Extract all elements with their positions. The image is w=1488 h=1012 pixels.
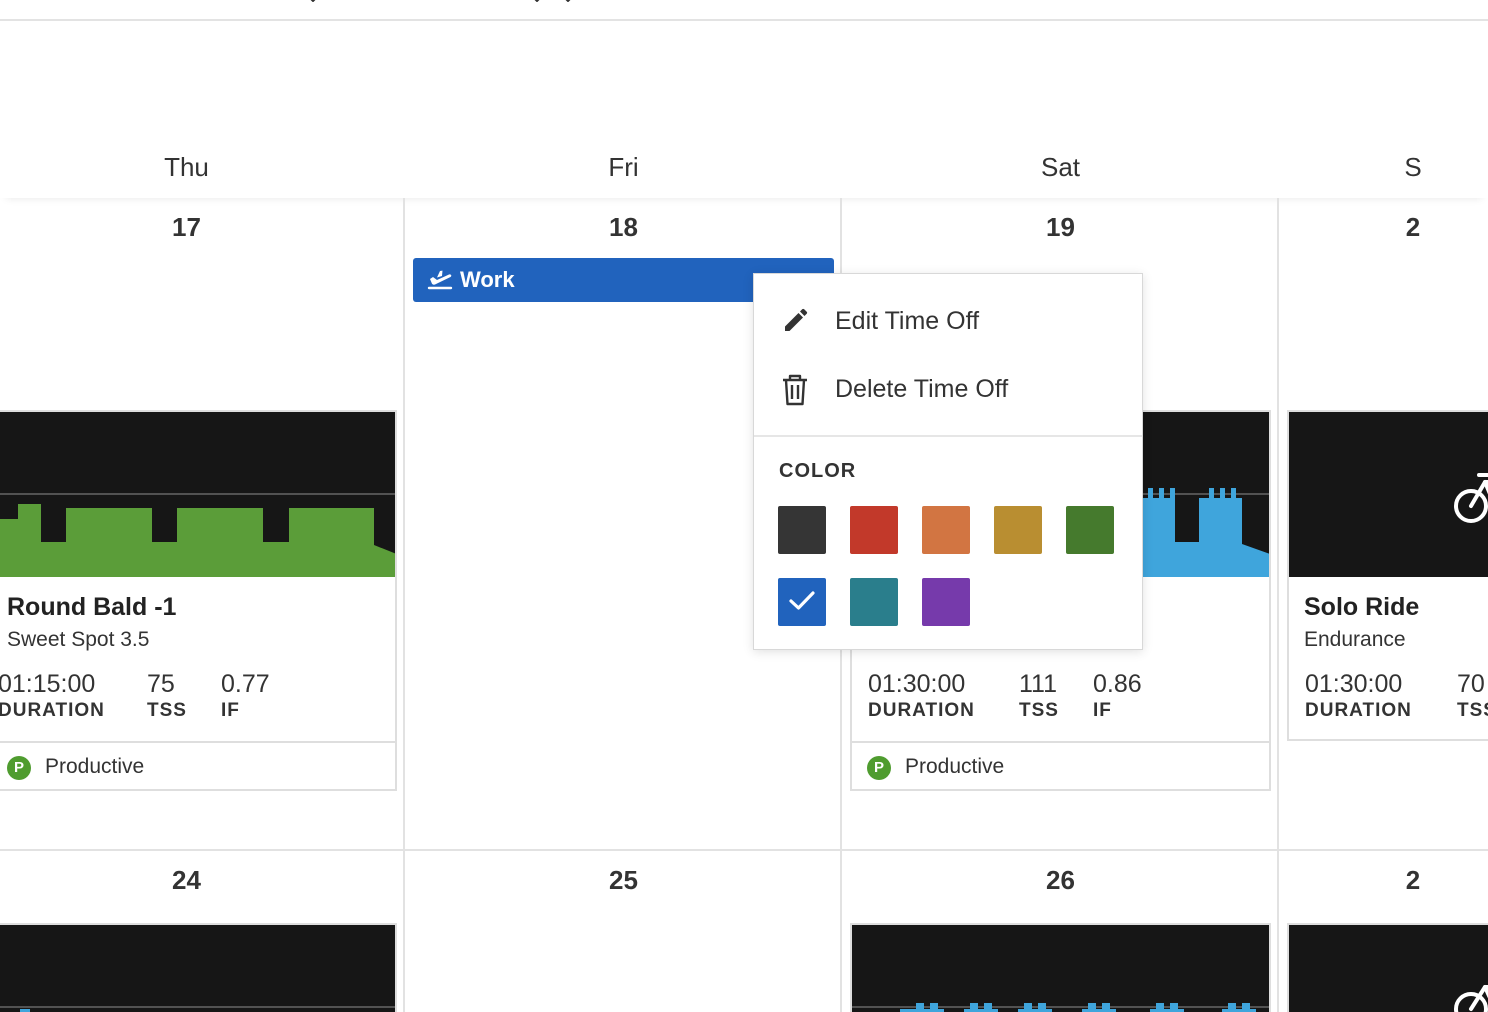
day-divider: [1277, 198, 1279, 849]
metric-duration: 01:15:00 DURATION: [0, 670, 105, 722]
airplane-takeoff-icon: [427, 270, 453, 290]
time-off-context-menu: Edit Time Off Delete Time Off COLOR: [753, 273, 1143, 650]
weekday-sat: Sat: [1040, 152, 1081, 182]
day-number[interactable]: 26: [842, 865, 1279, 896]
metric-value: 0.86: [1093, 670, 1142, 698]
delete-time-off-menu-item[interactable]: Delete Time Off: [754, 358, 1142, 420]
workout-card[interactable]: Solo Ride Endurance 01:30:00 DURATION 70…: [1287, 410, 1488, 741]
status-label: Productive: [45, 755, 145, 778]
checkmark-icon: [789, 591, 815, 610]
productive-badge: P: [867, 756, 891, 780]
day-number[interactable]: 19: [842, 212, 1279, 243]
color-swatch-purple[interactable]: [922, 578, 970, 626]
metric-value: 01:15:00: [0, 670, 96, 698]
weekday-fri: Fri: [608, 152, 639, 182]
weekday-thu: Thu: [164, 152, 209, 182]
metric-label: TSS: [147, 700, 187, 721]
toolbar-divider: [0, 0, 1488, 21]
metric-value: 0.77: [221, 670, 270, 698]
color-swatch-dark-gray[interactable]: [778, 506, 826, 554]
metric-tss: 70 TSS: [1457, 670, 1488, 722]
metric-if: 0.77 IF: [221, 670, 270, 722]
workout-status-row: P Productive: [0, 741, 395, 789]
metric-value: 01:30:00: [1305, 670, 1403, 698]
metric-value: 111: [1019, 670, 1058, 698]
pencil-icon: [785, 308, 808, 331]
day-number[interactable]: 24: [0, 865, 405, 896]
metric-label: IF: [1093, 700, 1112, 721]
metric-duration: 01:30:00 DURATION: [1305, 670, 1412, 722]
metric-label: TSS: [1457, 700, 1488, 721]
day-number[interactable]: 17: [0, 212, 405, 243]
metric-label: DURATION: [868, 700, 975, 721]
workout-card[interactable]: [1287, 923, 1488, 1012]
workout-card[interactable]: [0, 923, 397, 1012]
workout-subtitle: Sweet Spot 3.5: [7, 628, 150, 651]
edit-time-off-menu-item[interactable]: Edit Time Off: [754, 290, 1142, 352]
day-divider: [403, 198, 405, 849]
metric-tss: 111 TSS: [1019, 670, 1059, 722]
chevron-down-icon[interactable]: [306, 0, 316, 2]
menu-item-label: Delete Time Off: [835, 375, 1009, 403]
workout-profile-graph: [1289, 412, 1488, 577]
metric-if: 0.86 IF: [1093, 670, 1142, 722]
calendar-view: Thu Fri Sat S 17 18 19 2 Round Bald -1 S…: [0, 0, 1488, 1012]
chevron-down-icon[interactable]: [561, 0, 571, 2]
color-swatch-blue[interactable]: [778, 578, 826, 626]
metric-label: TSS: [1019, 700, 1059, 721]
workout-card[interactable]: Round Bald -1 Sweet Spot 3.5 01:15:00 DU…: [0, 410, 397, 791]
metric-label: DURATION: [1305, 700, 1412, 721]
day-number[interactable]: 2: [1263, 212, 1488, 243]
workout-profile-graph: [0, 1006, 395, 1012]
weekday-sun: S: [1404, 152, 1422, 182]
bicycle-icon: [1454, 985, 1488, 1012]
workout-profile-graph: [852, 1003, 1269, 1012]
metric-label: DURATION: [0, 700, 105, 721]
day-number[interactable]: 2: [1263, 865, 1488, 896]
color-section-heading: COLOR: [779, 460, 857, 482]
color-swatch-red[interactable]: [850, 506, 898, 554]
workout-subtitle: Endurance: [1304, 628, 1406, 651]
chevron-down-icon[interactable]: [530, 0, 540, 2]
color-swatch-green[interactable]: [1066, 506, 1114, 554]
status-label: Productive: [905, 755, 1005, 778]
metric-value: 01:30:00: [868, 670, 966, 698]
metric-value: 70: [1457, 670, 1485, 698]
workout-profile-graph: [0, 412, 395, 577]
cut-off-text-fragment: [1030, 0, 1040, 2]
weekday-header-row: Thu Fri Sat S: [0, 140, 1488, 198]
calendar-week: 24 25 26 2: [0, 849, 1488, 1012]
metric-duration: 01:30:00 DURATION: [868, 670, 975, 722]
metric-label: IF: [221, 700, 240, 721]
bicycle-icon: [1454, 473, 1488, 523]
color-swatch-gold[interactable]: [994, 506, 1042, 554]
color-swatch-teal[interactable]: [850, 578, 898, 626]
workout-title: Round Bald -1: [7, 593, 177, 621]
menu-item-label: Edit Time Off: [835, 307, 980, 335]
workout-title: Solo Ride: [1304, 593, 1420, 621]
workout-status-row: P Productive: [852, 741, 1269, 789]
productive-badge: P: [7, 756, 31, 780]
metric-value: 75: [147, 670, 175, 698]
time-off-label: Work: [460, 267, 515, 292]
day-number[interactable]: 25: [405, 865, 842, 896]
workout-card[interactable]: [850, 923, 1271, 1012]
metric-tss: 75 TSS: [147, 670, 187, 722]
menu-divider: [754, 435, 1142, 437]
day-number[interactable]: 18: [405, 212, 842, 243]
trash-icon: [783, 374, 807, 406]
color-swatch-orange[interactable]: [922, 506, 970, 554]
